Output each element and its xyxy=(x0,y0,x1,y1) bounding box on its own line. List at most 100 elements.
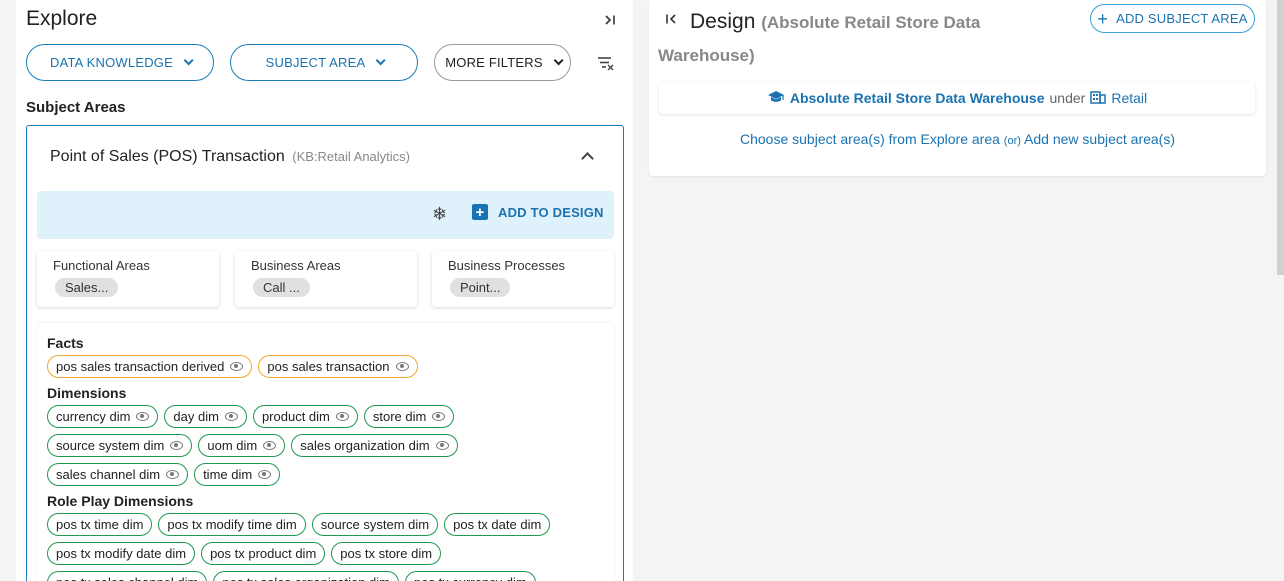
dimension-chip[interactable]: store dim xyxy=(363,405,455,428)
dimensions-row: currency dim day dim product dim store d… xyxy=(47,405,455,428)
eye-icon[interactable] xyxy=(224,412,238,421)
dimension-chip[interactable]: sales channel dim xyxy=(47,463,189,486)
more-filters-label: MORE FILTERS xyxy=(445,55,543,70)
role-play-chip[interactable]: pos tx product dim xyxy=(201,542,326,565)
fact-chip[interactable]: pos sales transaction derived xyxy=(47,355,253,378)
subject-area-filter[interactable]: SUBJECT AREA xyxy=(230,44,418,81)
role-play-chip[interactable]: pos tx currency dim xyxy=(405,571,536,581)
add-subject-area-button[interactable]: + ADD SUBJECT AREA xyxy=(1090,4,1255,33)
dimension-chip[interactable]: product dim xyxy=(252,405,358,428)
eye-icon[interactable] xyxy=(395,362,409,371)
functional-areas-box: Functional Areas Sales... xyxy=(37,251,219,307)
dimension-label: uom dim xyxy=(207,438,258,453)
chevron-down-icon xyxy=(183,55,194,66)
role-play-chip[interactable]: pos tx modify time dim xyxy=(158,513,306,536)
plus-square-icon: + xyxy=(472,204,488,220)
data-warehouse-link[interactable]: Absolute Retail Store Data Warehouse xyxy=(790,90,1045,106)
under-text: under xyxy=(1049,90,1086,106)
choose-from-explore-link[interactable]: Choose subject area(s) from Explore area xyxy=(740,131,1000,147)
add-to-design-label: ADD TO DESIGN xyxy=(498,204,604,220)
role-play-heading: Role Play Dimensions xyxy=(47,493,194,509)
dimension-label: time dim xyxy=(203,467,253,482)
functional-areas-label: Functional Areas xyxy=(53,258,150,273)
role-play-chip[interactable]: pos tx time dim xyxy=(47,513,153,536)
dimensions-heading: Dimensions xyxy=(47,385,127,401)
eye-icon[interactable] xyxy=(170,441,184,450)
subject-area-details: Facts pos sales transaction derived pos … xyxy=(37,323,614,581)
business-areas-box: Business Areas Call ... xyxy=(235,251,417,307)
card-action-bar: ❄ + ADD TO DESIGN xyxy=(37,191,614,239)
functional-area-chip[interactable]: Sales... xyxy=(55,278,119,297)
chevron-down-icon xyxy=(553,55,564,66)
explore-panel: Explore DATA KNOWLEDGE SUBJECT AREA MORE… xyxy=(16,0,633,581)
design-heading: Design xyxy=(690,10,756,33)
domain-link[interactable]: Retail xyxy=(1111,90,1147,106)
add-new-subject-area-link[interactable]: Add new subject area(s) xyxy=(1024,131,1175,147)
subject-area-card: Point of Sales (POS) Transaction (KB:Ret… xyxy=(26,125,624,581)
collapse-panel-icon[interactable] xyxy=(665,12,677,28)
snowflake-icon[interactable]: ❄ xyxy=(432,204,447,225)
dimension-chip[interactable]: source system dim xyxy=(47,434,193,457)
subject-area-label: SUBJECT AREA xyxy=(265,55,366,70)
eye-icon[interactable] xyxy=(435,441,449,450)
dimension-label: product dim xyxy=(261,409,330,424)
eye-icon[interactable] xyxy=(335,412,349,421)
eye-icon[interactable] xyxy=(166,470,180,479)
clear-filters-icon[interactable] xyxy=(597,54,615,72)
role-play-chip[interactable]: pos tx date dim xyxy=(444,513,551,536)
chevron-down-icon xyxy=(376,55,386,66)
subject-areas-heading: Subject Areas xyxy=(26,99,126,116)
fact-label: pos sales transaction derived xyxy=(56,359,225,374)
dimension-chip[interactable]: uom dim xyxy=(198,434,286,457)
eye-icon[interactable] xyxy=(230,362,244,371)
dimension-label: currency dim xyxy=(56,409,131,424)
eye-icon[interactable] xyxy=(432,412,446,421)
business-process-chip[interactable]: Point... xyxy=(450,278,511,297)
business-areas-label: Business Areas xyxy=(251,258,341,273)
more-filters-button[interactable]: MORE FILTERS xyxy=(434,44,571,81)
business-processes-label: Business Processes xyxy=(448,258,566,273)
business-processes-box: Business Processes Point... xyxy=(432,251,614,307)
data-knowledge-label: DATA KNOWLEDGE xyxy=(50,55,173,70)
page-scrollbar[interactable] xyxy=(1277,0,1284,275)
eye-icon[interactable] xyxy=(258,470,272,479)
eye-icon[interactable] xyxy=(136,412,150,421)
data-knowledge-filter[interactable]: DATA KNOWLEDGE xyxy=(26,44,214,81)
role-play-chip[interactable]: pos tx store dim xyxy=(331,542,442,565)
role-play-chip[interactable]: source system dim xyxy=(311,513,439,536)
dimension-chip[interactable]: sales organization dim xyxy=(291,434,458,457)
knowledge-base-label: (KB:Retail Analytics) xyxy=(292,149,410,164)
fact-label: pos sales transaction xyxy=(267,359,390,374)
data-warehouse-bar: Absolute Retail Store Data Warehouse und… xyxy=(659,82,1255,114)
dimensions-row: source system dim uom dim sales organiza… xyxy=(47,434,458,457)
dimension-chip[interactable]: day dim xyxy=(164,405,247,428)
eye-icon[interactable] xyxy=(263,441,277,450)
dimension-label: day dim xyxy=(173,409,219,424)
choose-subject-area-hint: Choose subject area(s) from Explore area… xyxy=(649,131,1266,147)
subject-area-title: Point of Sales (POS) Transaction (KB:Ret… xyxy=(50,148,410,166)
add-to-design-button[interactable]: + ADD TO DESIGN xyxy=(472,204,604,220)
explore-title: Explore xyxy=(26,7,98,30)
role-play-row: pos tx time dim pos tx modify time dim s… xyxy=(47,513,551,536)
add-subject-area-label: ADD SUBJECT AREA xyxy=(1116,11,1248,26)
collapse-panel-icon[interactable] xyxy=(600,10,620,30)
graduation-cap-icon xyxy=(767,90,785,107)
role-play-row: pos tx sales channel dim pos tx sales or… xyxy=(47,571,536,581)
role-play-chip[interactable]: pos tx sales channel dim xyxy=(47,571,208,581)
building-icon xyxy=(1090,89,1107,107)
design-panel: Design (Absolute Retail Store Data Wareh… xyxy=(649,0,1266,176)
dimension-chip[interactable]: time dim xyxy=(194,463,281,486)
role-play-chip[interactable]: pos tx sales organization dim xyxy=(213,571,400,581)
plus-icon: + xyxy=(1097,8,1109,29)
role-play-row: pos tx modify date dim pos tx product di… xyxy=(47,542,442,565)
chevron-up-icon[interactable] xyxy=(581,152,594,165)
dimension-chip[interactable]: currency dim xyxy=(47,405,159,428)
role-play-chip[interactable]: pos tx modify date dim xyxy=(47,542,196,565)
dimension-label: sales organization dim xyxy=(300,438,430,453)
subject-area-name: Point of Sales (POS) Transaction xyxy=(50,148,285,165)
dimension-label: store dim xyxy=(372,409,427,424)
facts-row: pos sales transaction derived pos sales … xyxy=(47,355,418,378)
fact-chip[interactable]: pos sales transaction xyxy=(258,355,418,378)
business-area-chip[interactable]: Call ... xyxy=(253,278,310,297)
facts-heading: Facts xyxy=(47,335,84,351)
